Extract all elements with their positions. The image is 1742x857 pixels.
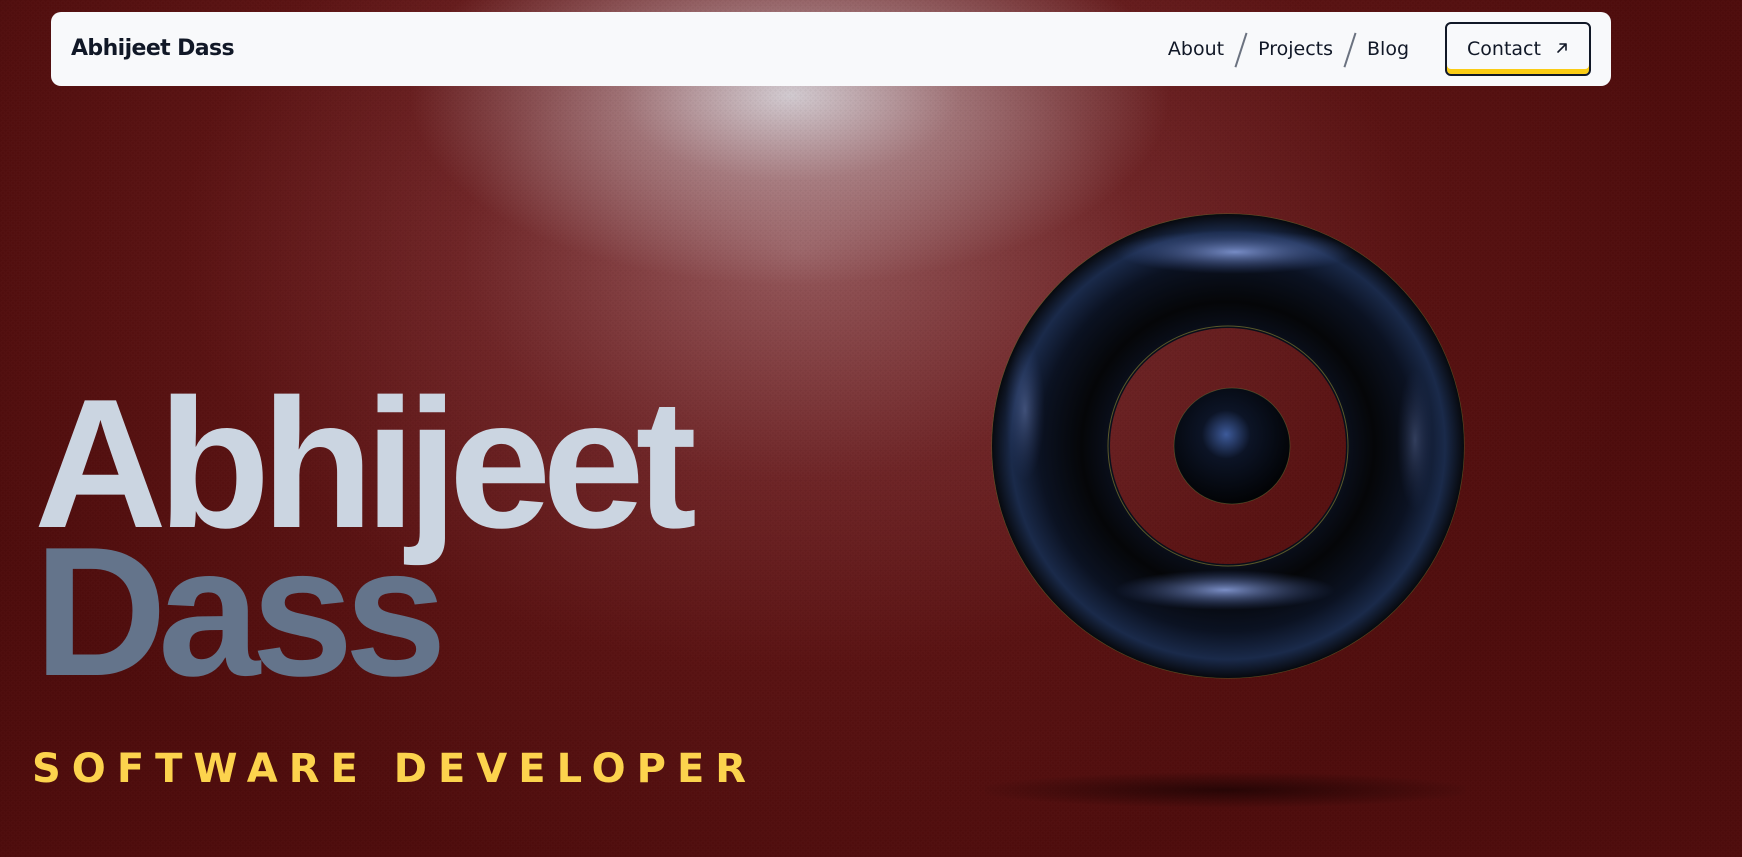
nav-separator — [1349, 32, 1351, 66]
nav-link-blog[interactable]: Blog — [1367, 38, 1409, 60]
hero-role: SOFTWARE DEVELOPER — [32, 746, 758, 792]
brand-logo[interactable]: Abhijeet Dass — [71, 12, 235, 86]
torus-shadow — [985, 772, 1465, 808]
nav-separator — [1240, 32, 1242, 66]
nav-link-projects[interactable]: Projects — [1258, 38, 1333, 60]
contact-button[interactable]: Contact — [1445, 22, 1591, 76]
torus-3d-graphic — [985, 213, 1465, 808]
arrow-up-right-icon — [1555, 41, 1569, 58]
nav-link-about[interactable]: About — [1168, 38, 1224, 60]
nav-links: About Projects Blog Contact — [1168, 12, 1591, 86]
hero-last-name: Dass — [34, 508, 447, 714]
contact-button-label: Contact — [1467, 38, 1541, 60]
navbar: Abhijeet Dass About Projects Blog Contac… — [51, 12, 1611, 86]
torus-center-sphere — [1173, 387, 1291, 505]
